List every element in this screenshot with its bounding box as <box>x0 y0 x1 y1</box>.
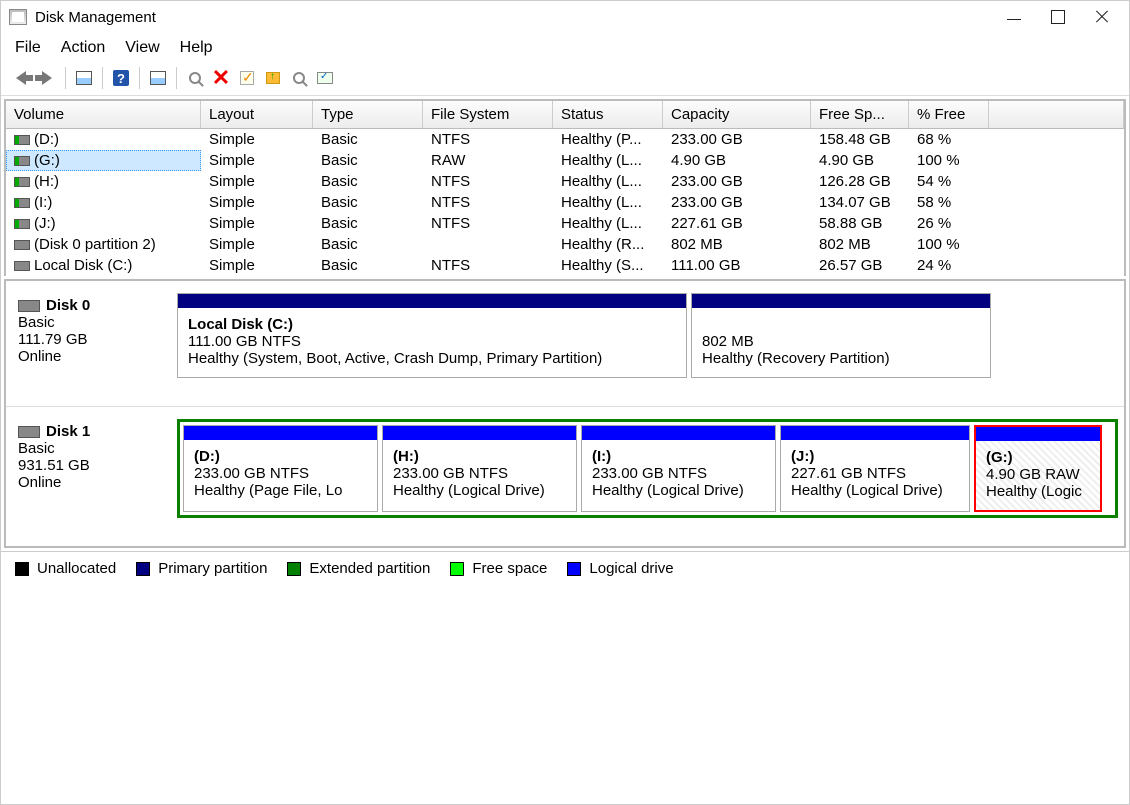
volume-row[interactable]: (D:)SimpleBasicNTFSHealthy (P...233.00 G… <box>6 129 1124 150</box>
volume-name: (Disk 0 partition 2) <box>34 236 156 253</box>
maximize-button[interactable] <box>1051 10 1065 24</box>
disk-map: Disk 0Basic111.79 GBOnlineLocal Disk (C:… <box>4 279 1126 548</box>
volume-name: (G:) <box>34 152 60 169</box>
partition-name: (D:) <box>194 444 367 465</box>
disk-icon <box>14 156 30 166</box>
window-controls <box>1007 10 1121 24</box>
app-icon <box>9 9 27 25</box>
back-button[interactable] <box>9 67 33 89</box>
toolbar: ? ✕ <box>1 65 1129 96</box>
partition-box[interactable]: (H:)233.00 GB NTFSHealthy (Logical Drive… <box>382 425 577 512</box>
col-volume[interactable]: Volume <box>6 101 201 128</box>
minimize-button[interactable] <box>1007 6 1021 20</box>
partition-name: (I:) <box>592 444 765 465</box>
partition-box[interactable]: (J:)227.61 GB NTFSHealthy (Logical Drive… <box>780 425 970 512</box>
menu-file[interactable]: File <box>15 39 41 57</box>
col-type[interactable]: Type <box>313 101 423 128</box>
legend-swatch-primary <box>136 562 150 576</box>
col-filesystem[interactable]: File System <box>423 101 553 128</box>
partition-name: (H:) <box>393 444 566 465</box>
disk-icon <box>18 426 40 438</box>
volume-name: (J:) <box>34 215 56 232</box>
disk-pane: Disk 0Basic111.79 GBOnlineLocal Disk (C:… <box>6 281 1124 407</box>
disk-icon <box>14 261 30 271</box>
format-icon[interactable] <box>287 67 311 89</box>
menu-action[interactable]: Action <box>61 39 105 57</box>
volume-row[interactable]: (I:)SimpleBasicNTFSHealthy (L...233.00 G… <box>6 192 1124 213</box>
menu-help[interactable]: Help <box>180 39 213 57</box>
titlebar: Disk Management <box>1 1 1129 33</box>
partition-box[interactable]: (D:)233.00 GB NTFSHealthy (Page File, Lo <box>183 425 378 512</box>
volume-header: Volume Layout Type File System Status Ca… <box>6 101 1124 129</box>
disk-name: Disk 0 <box>46 297 90 314</box>
disk-icon <box>14 219 30 229</box>
delete-icon[interactable]: ✕ <box>209 67 233 89</box>
col-status[interactable]: Status <box>553 101 663 128</box>
legend-swatch-logical <box>567 562 581 576</box>
partition-name: (J:) <box>791 444 959 465</box>
partition-box[interactable]: 802 MBHealthy (Recovery Partition) <box>691 293 991 378</box>
partition-name: (G:) <box>986 445 1090 466</box>
volume-name: (I:) <box>34 194 52 211</box>
disk-icon <box>14 240 30 250</box>
properties-icon[interactable] <box>313 67 337 89</box>
disk-icon <box>14 177 30 187</box>
partition-box[interactable]: (I:)233.00 GB NTFSHealthy (Logical Drive… <box>581 425 776 512</box>
col-capacity[interactable]: Capacity <box>663 101 811 128</box>
partition-name <box>702 312 980 333</box>
mark-active-icon[interactable] <box>235 67 259 89</box>
detail-view-icon[interactable] <box>146 67 170 89</box>
disk-icon <box>14 135 30 145</box>
legend-swatch-extended <box>287 562 301 576</box>
table-view-icon[interactable] <box>72 67 96 89</box>
disk-name: Disk 1 <box>46 423 90 440</box>
disk-icon <box>18 300 40 312</box>
volume-name: (H:) <box>34 173 59 190</box>
window-title: Disk Management <box>35 9 156 26</box>
volume-row[interactable]: (J:)SimpleBasicNTFSHealthy (L...227.61 G… <box>6 213 1124 234</box>
volume-name: (D:) <box>34 131 59 148</box>
partition-name: Local Disk (C:) <box>188 312 676 333</box>
volume-row[interactable]: Local Disk (C:)SimpleBasicNTFSHealthy (S… <box>6 255 1124 276</box>
col-percent-free[interactable]: % Free <box>909 101 989 128</box>
volume-name: Local Disk (C:) <box>34 257 132 274</box>
explore-icon[interactable] <box>183 67 207 89</box>
volume-row[interactable]: (H:)SimpleBasicNTFSHealthy (L...233.00 G… <box>6 171 1124 192</box>
change-letter-icon[interactable] <box>261 67 285 89</box>
menubar: File Action View Help <box>1 33 1129 65</box>
close-button[interactable] <box>1095 10 1109 24</box>
col-layout[interactable]: Layout <box>201 101 313 128</box>
forward-button[interactable] <box>35 67 59 89</box>
legend: Unallocated Primary partition Extended p… <box>1 551 1129 585</box>
volume-row[interactable]: (Disk 0 partition 2)SimpleBasicHealthy (… <box>6 234 1124 255</box>
volume-row[interactable]: (G:)SimpleBasicRAWHealthy (L...4.90 GB4.… <box>6 150 1124 171</box>
disk-icon <box>14 198 30 208</box>
partition-box[interactable]: (G:)4.90 GB RAWHealthy (Logic <box>974 425 1102 512</box>
disk-pane: Disk 1Basic931.51 GBOnline(D:)233.00 GB … <box>6 407 1124 546</box>
legend-swatch-free <box>450 562 464 576</box>
legend-swatch-unallocated <box>15 562 29 576</box>
col-free-space[interactable]: Free Sp... <box>811 101 909 128</box>
help-icon[interactable]: ? <box>109 67 133 89</box>
volume-table: Volume Layout Type File System Status Ca… <box>4 99 1126 276</box>
menu-view[interactable]: View <box>125 39 159 57</box>
partition-box[interactable]: Local Disk (C:)111.00 GB NTFSHealthy (Sy… <box>177 293 687 378</box>
